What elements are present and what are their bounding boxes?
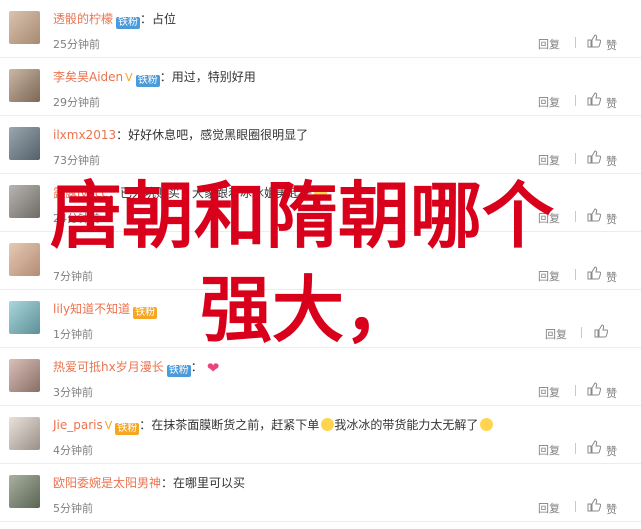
commenter-name[interactable]: 欧阳委婉是太阳男神 (53, 476, 161, 490)
comment-time: 25分钟前 (53, 38, 100, 51)
comment-text: 占位 (152, 12, 177, 26)
commenter-name[interactable]: ilxmx2013 (53, 128, 116, 142)
avatar[interactable] (9, 417, 40, 450)
divider (581, 327, 582, 338)
like-icon[interactable] (587, 92, 601, 106)
commenter-name[interactable]: 露露lvecc (53, 186, 108, 200)
avatar[interactable] (9, 11, 40, 44)
fan-badge: 铁粉 (133, 307, 158, 319)
emoji-icon (321, 418, 335, 431)
comment-row: 欧阳委婉是太阳男神：在哪里可以买 5分钟前 回复 赞 (0, 464, 641, 522)
comment-row: ilxmx2013：好好休息吧，感觉黑眼圈很明显了 73分钟前 回复 赞 (0, 116, 641, 174)
reply-button[interactable]: 回复 (538, 500, 560, 516)
reply-button[interactable]: 回复 (538, 36, 560, 52)
commenter-name[interactable]: Jie_paris (53, 418, 103, 432)
comment-time: 24分钟前 (53, 212, 100, 225)
like-label: 赞 (606, 39, 617, 52)
like-label: 赞 (606, 97, 617, 110)
comment-row: 透骰的柠檬 铁粉 ：占位 25分钟前 回复 赞 (0, 0, 641, 58)
divider (575, 37, 576, 48)
avatar[interactable] (9, 69, 40, 102)
divider (575, 211, 576, 222)
like-icon[interactable] (587, 266, 601, 280)
like-icon[interactable] (587, 34, 601, 48)
like-label: 赞 (606, 155, 617, 168)
like-label: 赞 (606, 387, 617, 400)
commenter-name[interactable]: 李矣昊Aiden (53, 70, 123, 84)
divider (575, 269, 576, 280)
like-icon[interactable] (587, 440, 601, 454)
fan-badge: 铁粉 (115, 423, 140, 435)
avatar[interactable] (9, 475, 40, 508)
commenter-name[interactable]: 透骰的柠檬 (53, 12, 113, 26)
reply-button[interactable]: 回复 (538, 152, 560, 168)
reply-button[interactable]: 回复 (538, 94, 560, 110)
reply-button[interactable]: 回复 (538, 384, 560, 400)
avatar[interactable] (9, 359, 40, 392)
fan-badge: 铁粉 (135, 75, 160, 87)
like-label: 赞 (606, 271, 617, 284)
emoji-icon (314, 186, 328, 199)
like-label: 赞 (606, 213, 617, 226)
divider (575, 443, 576, 454)
comment-row: Jie_paris V 铁粉 ：在抹茶面膜断货之前，赶紧下单 我冰冰的带货能力太无解了 … (0, 406, 641, 464)
emoji-icon (480, 418, 494, 431)
comment-time: 4分钟前 (53, 444, 93, 457)
comment-text-2: 我冰冰的带货能力太无解了 (334, 418, 479, 432)
avatar[interactable] (9, 301, 40, 334)
avatar[interactable] (9, 127, 40, 160)
reply-button[interactable]: 回复 (538, 442, 560, 458)
fan-badge: 铁粉 (166, 365, 191, 377)
like-icon[interactable] (587, 382, 601, 396)
avatar[interactable] (9, 243, 40, 276)
comment-text: 用过，特别好用 (171, 70, 256, 84)
reply-button[interactable]: 回复 (538, 210, 560, 226)
commenter-name[interactable]: 热爱可抵hx岁月漫长 (53, 360, 164, 374)
like-icon[interactable] (587, 150, 601, 164)
divider (575, 385, 576, 396)
comment-time: 73分钟前 (53, 154, 100, 167)
comment-text: 好好休息吧，感觉黑眼圈很明显了 (128, 128, 309, 142)
like-icon[interactable] (587, 208, 601, 222)
divider (575, 501, 576, 512)
comment-row: lily知道不知道 铁粉 1分钟前 回复 (0, 290, 641, 348)
verified-icon: V (104, 419, 113, 432)
comment-time: 3分钟前 (53, 386, 93, 399)
comment-row: 7分钟前 回复 赞 (0, 232, 641, 290)
divider (575, 153, 576, 164)
comment-time: 5分钟前 (53, 502, 93, 515)
comment-time: 1分钟前 (53, 328, 93, 341)
comment-time: 29分钟前 (53, 96, 100, 109)
comment-text: 在抹茶面膜断货之前，赶紧下单 (151, 418, 320, 432)
comment-text: 已入坑购买，大家跟着冰冰姐美起来 (120, 186, 313, 200)
verified-icon: V (125, 71, 133, 84)
avatar[interactable] (9, 185, 40, 218)
reply-button[interactable]: 回复 (545, 326, 567, 342)
comment-feed: 透骰的柠檬 铁粉 ：占位 25分钟前 回复 赞 李矣昊Aiden V 铁粉 ：用过，特别好… (0, 0, 641, 529)
comment-text: 在哪里可以买 (173, 476, 246, 490)
comment-time: 7分钟前 (53, 270, 93, 283)
comment-row: 露露lvecc：已入坑购买，大家跟着冰冰姐美起来 24分钟前 回复 赞 (0, 174, 641, 232)
fan-badge: 铁粉 (116, 17, 141, 29)
divider (575, 95, 576, 106)
heart-emoji-icon: ❤ (206, 359, 220, 377)
like-label: 赞 (606, 445, 617, 458)
like-icon[interactable] (594, 324, 608, 338)
comment-row: 李矣昊Aiden V 铁粉 ：用过，特别好用 29分钟前 回复 赞 (0, 58, 641, 116)
comment-row: 热爱可抵hx岁月漫长 铁粉： ❤ 3分钟前 回复 赞 (0, 348, 641, 406)
reply-button[interactable]: 回复 (538, 268, 560, 284)
like-icon[interactable] (587, 498, 601, 512)
commenter-name[interactable]: lily知道不知道 (53, 302, 130, 316)
like-label: 赞 (606, 503, 617, 516)
